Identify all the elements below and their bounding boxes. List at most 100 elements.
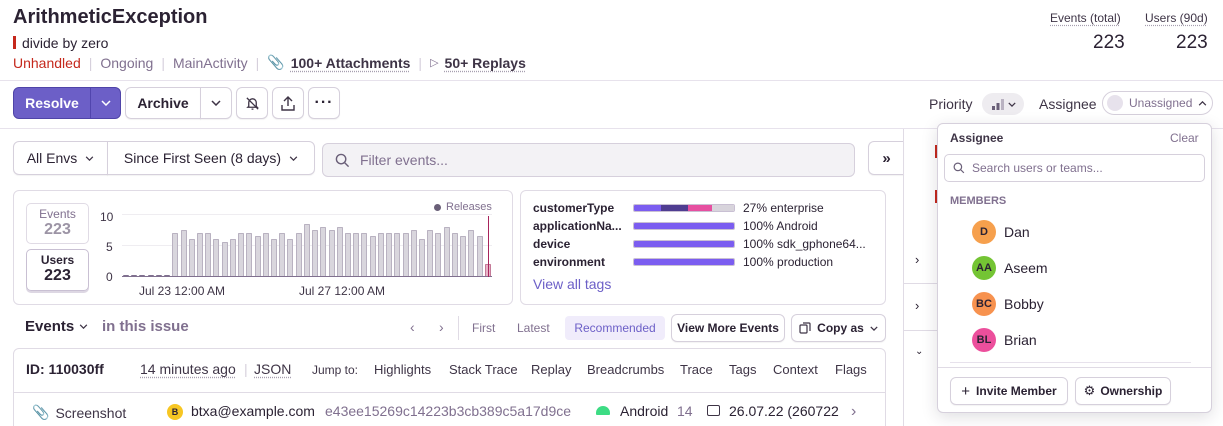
scroll-right-icon[interactable]: › <box>851 403 856 421</box>
chart-bar[interactable] <box>147 275 154 276</box>
tag-row-application[interactable]: applicationNa... 100% Android <box>533 217 878 235</box>
event-json-link[interactable]: JSON <box>254 361 291 377</box>
chart-bar[interactable] <box>139 275 146 276</box>
stat-events[interactable]: Events 223 <box>26 203 89 244</box>
chart-bar[interactable] <box>443 227 450 276</box>
resolve-dropdown-button[interactable] <box>90 88 120 118</box>
chart-bar[interactable] <box>369 236 376 276</box>
archive-button[interactable]: Archive <box>125 87 201 119</box>
sidebar-chevron-right-icon[interactable]: › <box>915 298 919 313</box>
chart-bar[interactable] <box>435 233 442 276</box>
chart-bar[interactable] <box>451 233 458 276</box>
chart-bar[interactable] <box>345 233 351 276</box>
more-actions-button[interactable]: ··· <box>308 87 340 119</box>
assignee-search-input[interactable]: Search users or teams... <box>944 154 1205 182</box>
chart-bar[interactable] <box>410 230 417 276</box>
events-total-label[interactable]: Events (total) <box>1050 11 1121 25</box>
chart-bar[interactable] <box>238 233 245 276</box>
stat-users[interactable]: Users 223 <box>26 249 89 291</box>
chart-bar[interactable] <box>279 233 286 276</box>
chart-bar[interactable] <box>303 224 310 276</box>
chart-bar[interactable] <box>394 233 401 276</box>
dropdown-clear-button[interactable]: Clear <box>1170 131 1199 145</box>
assignee-button[interactable]: Unassigned <box>1102 91 1213 115</box>
chart-bar[interactable] <box>419 239 425 276</box>
jump-flags[interactable]: Flags <box>835 362 867 377</box>
sidebar-chevron-down-icon[interactable]: ⌄ <box>915 346 923 357</box>
jump-context[interactable]: Context <box>773 362 818 377</box>
chart-bar[interactable] <box>468 230 475 276</box>
replays-link[interactable]: 50+ Replays <box>445 55 526 71</box>
view-more-events-button[interactable]: View More Events <box>671 314 785 342</box>
event-time[interactable]: 14 minutes ago <box>140 361 236 377</box>
chart-bar[interactable] <box>246 233 253 276</box>
chart-bar[interactable] <box>287 239 294 276</box>
recommended-event-button[interactable]: Recommended <box>565 316 665 340</box>
chart-bar[interactable] <box>262 233 269 276</box>
ownership-button[interactable]: ⚙ Ownership <box>1075 377 1171 405</box>
invite-member-button[interactable]: + Invite Member <box>950 377 1068 405</box>
chart-bar[interactable] <box>213 239 220 276</box>
jump-highlights[interactable]: Highlights <box>374 362 431 377</box>
user-email[interactable]: btxa@example.com <box>191 403 315 419</box>
screenshot-link[interactable]: 📎 Screenshot <box>32 404 126 421</box>
chart-bar[interactable] <box>402 233 409 276</box>
chart-bar[interactable] <box>386 233 393 276</box>
member-item-dan[interactable]: D Dan <box>972 220 1030 244</box>
mute-button[interactable] <box>236 87 268 119</box>
chart-bar[interactable] <box>229 239 236 276</box>
event-search-input[interactable]: Filter events... <box>322 143 855 177</box>
first-event-button[interactable]: First <box>472 321 495 335</box>
chart-bar[interactable] <box>205 233 212 276</box>
events-heading[interactable]: Events <box>25 318 88 335</box>
chart-bar[interactable] <box>427 230 434 276</box>
chart-bar[interactable] <box>328 230 335 276</box>
share-button[interactable] <box>272 87 304 119</box>
tag-row-environment[interactable]: environment 100% production <box>533 253 878 271</box>
priority-button[interactable] <box>982 93 1024 115</box>
jump-replay[interactable]: Replay <box>531 362 571 377</box>
copy-as-button[interactable]: Copy as <box>791 314 886 342</box>
release-version[interactable]: 26.07.22 (260722 <box>729 403 851 419</box>
archive-dropdown-button[interactable] <box>200 87 232 119</box>
jump-trace[interactable]: Trace <box>680 362 713 377</box>
chart-bar[interactable] <box>476 236 483 276</box>
chart-bar[interactable] <box>155 275 162 276</box>
chart-bar[interactable] <box>336 227 343 276</box>
chart-bar[interactable] <box>353 233 360 276</box>
chart-bar[interactable] <box>361 233 368 276</box>
next-event-button[interactable]: › <box>439 319 444 335</box>
jump-breadcrumbs[interactable]: Breadcrumbs <box>587 362 664 377</box>
chart-bar[interactable] <box>254 236 261 276</box>
chart-bar[interactable] <box>221 242 228 276</box>
chart-bar[interactable] <box>180 230 187 276</box>
member-item-bobby[interactable]: BC Bobby <box>972 292 1044 316</box>
chart-bar[interactable] <box>172 233 179 276</box>
chart-bar[interactable] <box>123 275 129 276</box>
chart-bar[interactable] <box>320 227 327 276</box>
env-filter[interactable]: All Envs <box>13 141 108 175</box>
tag-row-customer-type[interactable]: customerType 27% enterprise <box>533 199 878 217</box>
view-all-tags-link[interactable]: View all tags <box>533 276 611 292</box>
prev-event-button[interactable]: ‹ <box>410 319 415 335</box>
latest-event-button[interactable]: Latest <box>517 321 550 335</box>
chart-bar[interactable] <box>197 233 203 276</box>
tag-row-device[interactable]: device 100% sdk_gphone64... <box>533 235 878 253</box>
member-item-aseem[interactable]: AA Aseem <box>972 256 1048 280</box>
chart-bar[interactable] <box>131 275 138 276</box>
users-total-label[interactable]: Users (90d) <box>1145 11 1208 25</box>
jump-stack-trace[interactable]: Stack Trace <box>449 362 518 377</box>
expand-sidebar-button[interactable]: » <box>868 141 904 175</box>
chart-bar[interactable] <box>377 233 384 276</box>
sidebar-chevron-right-icon[interactable]: › <box>915 252 919 267</box>
chart-bar[interactable] <box>460 236 467 276</box>
attachments-link[interactable]: 100+ Attachments <box>291 55 411 71</box>
chart-bar[interactable] <box>164 275 171 276</box>
resolve-button[interactable]: Resolve <box>14 88 90 118</box>
chart-bar[interactable] <box>188 239 195 276</box>
member-item-brian[interactable]: BL Brian <box>972 328 1037 352</box>
chart-bar[interactable] <box>295 233 302 276</box>
chart-bar[interactable] <box>312 230 319 276</box>
jump-tags[interactable]: Tags <box>729 362 756 377</box>
date-range-filter[interactable]: Since First Seen (8 days) <box>107 141 315 175</box>
